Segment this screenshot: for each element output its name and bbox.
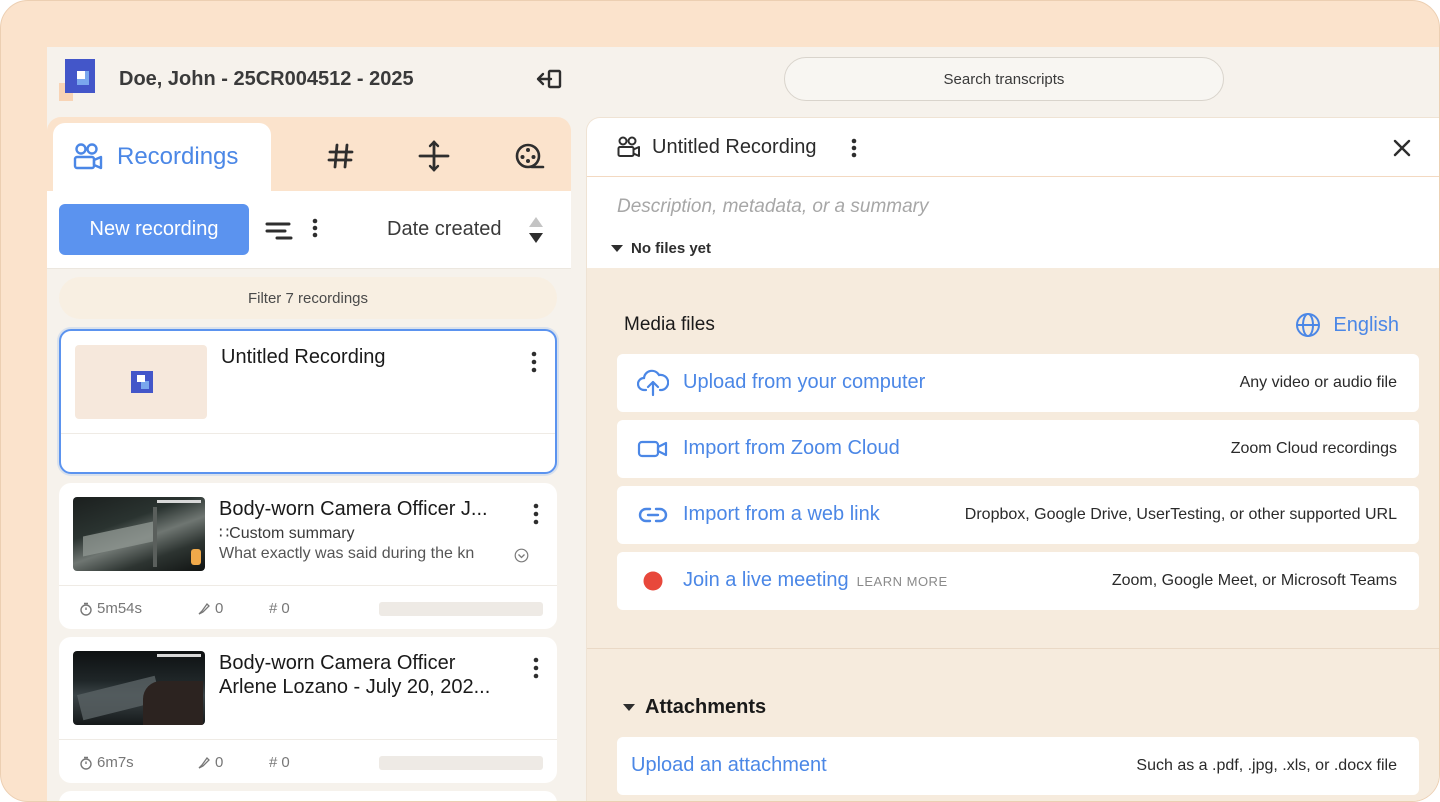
- recording-detail-panel: Untitled Recording Description, metadata…: [586, 117, 1439, 801]
- recording-menu-icon[interactable]: [533, 503, 539, 525]
- recordings-list-panel: New recording Date created Filter 7 reco…: [47, 191, 571, 801]
- upload-from-computer-option[interactable]: Upload from your computer Any video or a…: [617, 354, 1419, 412]
- tab-recordings-label: Recordings: [117, 143, 239, 170]
- recording-title-line1: Body-worn Camera Officer: [219, 652, 456, 674]
- duration: 6m7s: [79, 754, 134, 771]
- left-panel: Recordings New recording Date created Fi…: [47, 117, 571, 801]
- expand-summary-icon[interactable]: [514, 548, 529, 563]
- progress-placeholder: [379, 756, 543, 770]
- highlighter-icon: [198, 756, 210, 769]
- filter-recordings-input[interactable]: Filter 7 recordings: [59, 277, 557, 319]
- files-toggle[interactable]: No files yet: [611, 240, 711, 257]
- recording-meta: 5m54s 0 #0: [59, 585, 557, 629]
- globe-icon: [1296, 313, 1321, 337]
- recording-title-line2: Arlene Lozano - July 20, 202...: [219, 676, 491, 698]
- recordings-icon: [73, 143, 103, 170]
- case-title: Doe, John - 25CR004512 - 2025: [119, 68, 414, 90]
- view-options-icon[interactable]: [265, 221, 293, 241]
- summary-label: ∷Custom summary: [219, 525, 355, 542]
- recordings-toolbar: New recording Date created: [47, 191, 571, 269]
- recording-thumbnail: [75, 345, 207, 419]
- recording-card[interactable]: Body-worn Camera Officer J... ∷Custom su…: [59, 483, 557, 629]
- sort-by-dropdown[interactable]: Date created: [387, 218, 502, 241]
- recording-menu-icon[interactable]: [531, 351, 537, 373]
- stopwatch-icon: [80, 602, 92, 616]
- recording-title: Untitled Recording: [221, 346, 386, 368]
- recording-meta: 6m7s 0 #0: [59, 739, 557, 783]
- language-selector[interactable]: English: [1295, 312, 1399, 338]
- media-files-heading: Media files: [624, 314, 715, 335]
- summary-text: What exactly was said during the kn: [219, 545, 475, 562]
- join-live-meeting-option[interactable]: Join a live meeting LEARN MORE Zoom, Goog…: [617, 552, 1419, 610]
- film-reel-icon[interactable]: [512, 139, 546, 173]
- description-input[interactable]: Description, metadata, or a summary: [617, 196, 929, 218]
- recording-card-partial[interactable]: [59, 791, 557, 801]
- progress-placeholder: [379, 602, 543, 616]
- search-transcripts-input[interactable]: Search transcripts: [784, 57, 1224, 101]
- hash-icon[interactable]: [324, 139, 358, 173]
- learn-more-link[interactable]: LEARN MORE: [857, 574, 948, 589]
- cloud-upload-icon: [637, 369, 669, 397]
- tab-recordings[interactable]: Recordings: [53, 123, 271, 191]
- window-frame: Doe, John - 25CR004512 - 2025 Search tra…: [0, 0, 1440, 802]
- recording-card[interactable]: Body-worn Camera Officer Arlene Lozano -…: [59, 637, 557, 783]
- crosshair-icon[interactable]: [417, 139, 451, 173]
- more-options-icon[interactable]: [312, 218, 318, 238]
- recording-thumbnail: [73, 497, 205, 571]
- recording-thumbnail: [73, 651, 205, 725]
- hash-small-icon: #: [269, 754, 278, 771]
- stopwatch-icon: [80, 756, 92, 770]
- detail-title[interactable]: Untitled Recording: [652, 136, 817, 159]
- highlights-count: 0: [197, 600, 223, 617]
- detail-header: Untitled Recording Description, metadata…: [587, 118, 1439, 268]
- collapse-sidebar-icon[interactable]: [535, 67, 563, 91]
- upload-attachment-option[interactable]: Upload an attachment Such as a .pdf, .jp…: [617, 737, 1419, 795]
- new-recording-button[interactable]: New recording: [59, 204, 249, 255]
- highlights-count: 0: [197, 754, 223, 771]
- app-logo[interactable]: [59, 57, 97, 101]
- import-zoom-cloud-option[interactable]: Import from Zoom Cloud Zoom Cloud record…: [617, 420, 1419, 478]
- highlighter-icon: [198, 602, 210, 615]
- link-icon: [638, 507, 668, 523]
- app: Doe, John - 25CR004512 - 2025 Search tra…: [47, 47, 1439, 801]
- attachments-toggle[interactable]: Attachments: [623, 696, 766, 719]
- caret-down-icon: [623, 704, 635, 711]
- recording-icon: [617, 136, 640, 157]
- detail-menu-icon[interactable]: [851, 138, 857, 158]
- sort-direction-icon[interactable]: [527, 215, 545, 245]
- caret-down-icon: [611, 245, 623, 252]
- recording-card[interactable]: Untitled Recording: [59, 329, 557, 474]
- video-camera-icon: [637, 440, 668, 458]
- hash-small-icon: #: [269, 600, 278, 617]
- recording-menu-icon[interactable]: [533, 657, 539, 679]
- duration: 5m54s: [79, 600, 142, 617]
- tags-count: #0: [269, 600, 290, 617]
- import-web-link-option[interactable]: Import from a web link Dropbox, Google D…: [617, 486, 1419, 544]
- tags-count: #0: [269, 754, 290, 771]
- recording-title: Body-worn Camera Officer J...: [219, 498, 488, 520]
- close-icon[interactable]: [1392, 138, 1412, 158]
- record-dot-icon: [643, 571, 663, 591]
- divider: [587, 648, 1439, 649]
